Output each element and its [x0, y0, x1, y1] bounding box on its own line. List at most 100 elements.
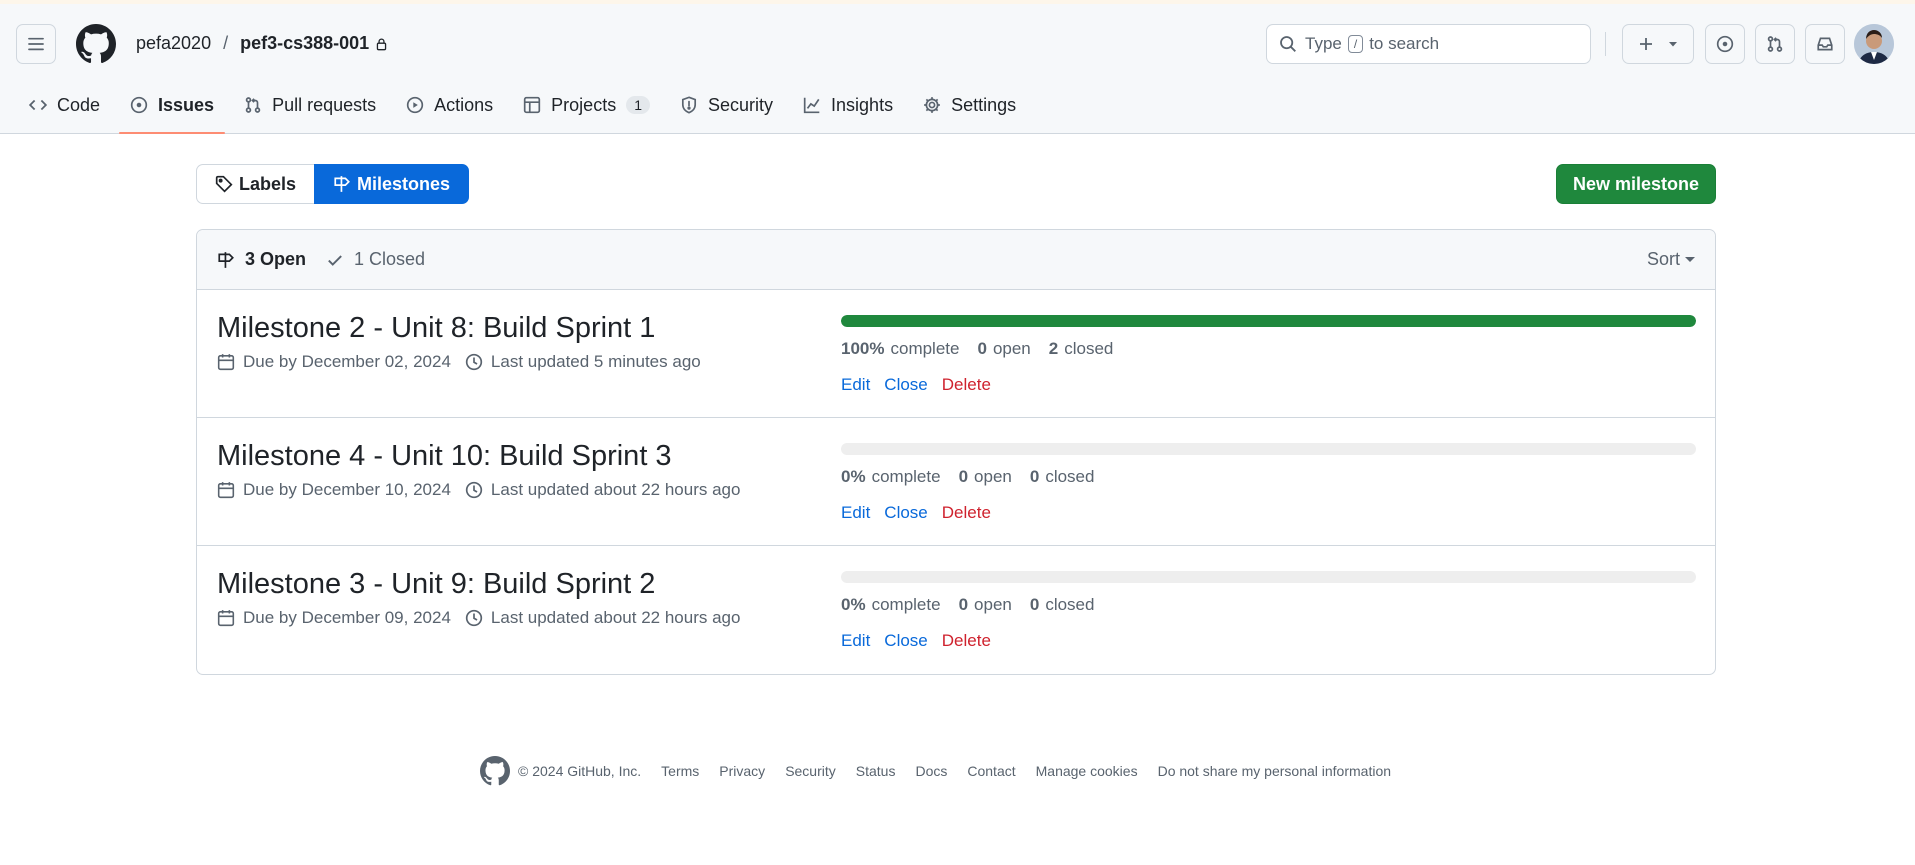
tab-label: Issues	[158, 94, 215, 115]
open-label: open	[974, 467, 1012, 486]
repo-tabs: Code Issues Pull requests Actions Projec…	[16, 84, 1033, 134]
tab-settings[interactable]: Settings	[910, 84, 1029, 126]
owner-link[interactable]: pefa2020	[136, 33, 211, 54]
new-milestone-button[interactable]: New milestone	[1556, 164, 1716, 204]
menu-button[interactable]	[16, 24, 56, 64]
open-label: open	[974, 595, 1012, 614]
search-icon	[1279, 35, 1297, 53]
milestone-last-updated: Last updated 5 minutes ago	[490, 352, 701, 371]
edit-link[interactable]: Edit	[841, 375, 870, 395]
sort-dropdown[interactable]: Sort	[1647, 249, 1695, 270]
tag-icon	[215, 175, 233, 193]
milestone-actions: Edit Close Delete	[841, 503, 1005, 523]
open-issues-count: 0	[958, 467, 969, 486]
milestone-icon	[333, 175, 351, 193]
header-divider	[1605, 32, 1606, 56]
footer-link-do-not-share[interactable]: Do not share my personal information	[1158, 763, 1391, 779]
milestone-row: Milestone 3 - Unit 9: Build Sprint 2 Due…	[197, 546, 1715, 672]
milestone-progress-bar	[841, 315, 1696, 327]
milestone-row: Milestone 2 - Unit 8: Build Sprint 1 Due…	[197, 290, 1715, 418]
search-input[interactable]: Type / to search	[1266, 24, 1591, 64]
open-count: 3 Open	[245, 249, 307, 269]
percent-complete: 0%	[841, 595, 866, 614]
clock-icon	[465, 481, 483, 499]
footer-link-contact[interactable]: Contact	[967, 763, 1015, 779]
user-avatar[interactable]	[1854, 24, 1894, 64]
close-link[interactable]: Close	[884, 503, 927, 523]
breadcrumb: pefa2020 / pef3-cs388-001	[136, 33, 388, 54]
footer-link-terms[interactable]: Terms	[661, 763, 699, 779]
page-footer: © 2024 GitHub, Inc. Terms Privacy Securi…	[480, 756, 1411, 786]
footer-link-manage-cookies[interactable]: Manage cookies	[1036, 763, 1138, 779]
issue-opened-icon	[1716, 35, 1734, 53]
closed-filter[interactable]: 1 Closed	[326, 249, 425, 270]
closed-label: closed	[1045, 595, 1095, 614]
delete-link[interactable]: Delete	[942, 503, 991, 523]
github-logo-icon[interactable]	[480, 756, 510, 786]
clock-icon	[465, 353, 483, 371]
milestone-meta: Due by December 09, 2024 Last updated ab…	[217, 608, 754, 628]
complete-label: complete	[871, 595, 941, 614]
close-link[interactable]: Close	[884, 375, 927, 395]
create-new-button[interactable]	[1622, 24, 1694, 64]
footer-link-docs[interactable]: Docs	[915, 763, 947, 779]
labels-button[interactable]: Labels	[196, 164, 315, 204]
milestone-icon	[217, 251, 235, 269]
repo-link[interactable]: pef3-cs388-001	[240, 33, 369, 54]
footer-link-status[interactable]: Status	[856, 763, 896, 779]
tab-actions[interactable]: Actions	[393, 84, 506, 126]
milestone-title[interactable]: Milestone 2 - Unit 8: Build Sprint 1	[217, 312, 655, 345]
delete-link[interactable]: Delete	[942, 375, 991, 395]
tab-label: Settings	[951, 94, 1017, 115]
github-logo-icon[interactable]	[76, 24, 116, 64]
tab-code[interactable]: Code	[16, 84, 113, 126]
search-shortcut-key: /	[1347, 35, 1364, 53]
search-placeholder-prefix: Type	[1305, 34, 1342, 53]
milestone-meta: Due by December 10, 2024 Last updated ab…	[217, 480, 754, 500]
complete-label: complete	[871, 467, 941, 486]
milestone-title[interactable]: Milestone 3 - Unit 9: Build Sprint 2	[217, 568, 655, 601]
play-icon	[406, 96, 424, 114]
labels-milestones-switcher: Labels Milestones	[196, 164, 470, 204]
footer-link-security[interactable]: Security	[785, 763, 836, 779]
tab-pull-requests[interactable]: Pull requests	[231, 84, 389, 126]
tab-issues[interactable]: Issues	[117, 84, 227, 134]
edit-link[interactable]: Edit	[841, 503, 870, 523]
open-issues-count: 0	[977, 339, 987, 358]
milestones-list-header: 3 Open 1 Closed Sort	[197, 230, 1715, 290]
issue-opened-icon	[130, 96, 148, 114]
open-filter[interactable]: 3 Open	[217, 249, 306, 270]
chevron-down-icon	[1685, 257, 1695, 262]
close-link[interactable]: Close	[884, 631, 927, 651]
footer-link-privacy[interactable]: Privacy	[719, 763, 765, 779]
milestone-title[interactable]: Milestone 4 - Unit 10: Build Sprint 3	[217, 440, 672, 473]
milestone-last-updated: Last updated about 22 hours ago	[490, 480, 741, 499]
app-header: pefa2020 / pef3-cs388-001 Type / to sear…	[0, 0, 1915, 134]
footer-copyright: © 2024 GitHub, Inc.	[518, 763, 642, 779]
sort-label: Sort	[1646, 249, 1680, 269]
calendar-icon	[217, 353, 235, 371]
milestone-row: Milestone 4 - Unit 10: Build Sprint 3 Du…	[197, 418, 1715, 546]
open-label: open	[992, 339, 1031, 358]
milestones-list: 3 Open 1 Closed Sort Milestone 2 - Unit …	[196, 229, 1716, 675]
milestones-button[interactable]: Milestones	[314, 164, 470, 204]
tab-label: Code	[57, 94, 101, 115]
tab-insights[interactable]: Insights	[790, 84, 906, 126]
issues-shortcut-button[interactable]	[1705, 24, 1745, 64]
pull-requests-shortcut-button[interactable]	[1755, 24, 1795, 64]
git-pull-request-icon	[244, 96, 262, 114]
tab-label: Pull requests	[272, 94, 377, 115]
delete-link[interactable]: Delete	[942, 631, 991, 651]
top-stripe	[0, 0, 1915, 4]
closed-issues-count: 0	[1029, 467, 1040, 486]
clock-icon	[465, 609, 483, 627]
edit-link[interactable]: Edit	[841, 631, 870, 651]
labels-label: Labels	[239, 173, 297, 194]
graph-icon	[803, 96, 821, 114]
milestone-progress-bar	[841, 443, 1696, 455]
milestones-label: Milestones	[357, 173, 451, 194]
inbox-button[interactable]	[1805, 24, 1845, 64]
tab-projects[interactable]: Projects 1	[510, 84, 663, 126]
tab-security[interactable]: Security	[667, 84, 786, 126]
inbox-icon	[1816, 35, 1834, 53]
